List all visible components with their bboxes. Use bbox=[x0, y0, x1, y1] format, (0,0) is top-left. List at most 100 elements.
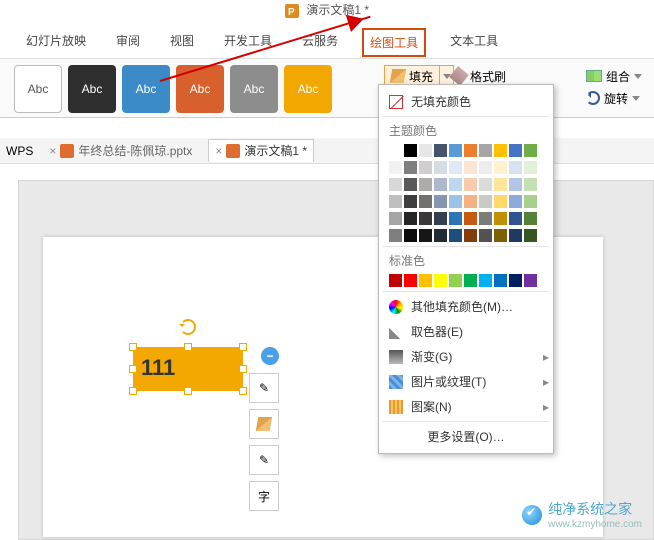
collapse-badge[interactable]: − bbox=[261, 347, 279, 365]
color-swatch[interactable] bbox=[404, 144, 417, 157]
tab-cloud[interactable]: 云服务 bbox=[296, 28, 344, 57]
quick-edit-button[interactable]: ✎ bbox=[249, 373, 279, 403]
color-swatch[interactable] bbox=[449, 229, 462, 242]
color-swatch[interactable] bbox=[479, 161, 492, 174]
color-swatch[interactable] bbox=[419, 212, 432, 225]
style-swatch-1[interactable]: Abc bbox=[68, 65, 116, 113]
color-swatch[interactable] bbox=[479, 178, 492, 191]
tab-slideshow[interactable]: 幻灯片放映 bbox=[20, 28, 92, 57]
color-swatch[interactable] bbox=[479, 144, 492, 157]
style-swatch-4[interactable]: Abc bbox=[230, 65, 278, 113]
color-swatch[interactable] bbox=[479, 274, 492, 287]
color-swatch[interactable] bbox=[509, 144, 522, 157]
color-swatch[interactable] bbox=[494, 229, 507, 242]
gradient-item[interactable]: 渐变(G) ▸ bbox=[379, 344, 553, 369]
quick-fill-button[interactable] bbox=[249, 409, 279, 439]
resize-handle[interactable] bbox=[129, 387, 137, 395]
color-swatch[interactable] bbox=[464, 274, 477, 287]
shape-style-gallery[interactable]: Abc Abc Abc Abc Abc Abc bbox=[14, 65, 332, 113]
color-swatch[interactable] bbox=[479, 195, 492, 208]
color-swatch[interactable] bbox=[434, 178, 447, 191]
resize-handle[interactable] bbox=[129, 365, 137, 373]
color-swatch[interactable] bbox=[389, 274, 402, 287]
color-swatch[interactable] bbox=[404, 229, 417, 242]
color-swatch[interactable] bbox=[419, 195, 432, 208]
tab-review[interactable]: 审阅 bbox=[110, 28, 146, 57]
style-swatch-2[interactable]: Abc bbox=[122, 65, 170, 113]
color-swatch[interactable] bbox=[479, 229, 492, 242]
color-swatch[interactable] bbox=[434, 274, 447, 287]
no-fill-item[interactable]: 无填充颜色 bbox=[379, 89, 553, 114]
color-swatch[interactable] bbox=[449, 178, 462, 191]
color-swatch[interactable] bbox=[404, 178, 417, 191]
color-swatch[interactable] bbox=[509, 274, 522, 287]
color-swatch[interactable] bbox=[524, 144, 537, 157]
color-swatch[interactable] bbox=[404, 195, 417, 208]
tab-drawing-tools[interactable]: 绘图工具 bbox=[362, 28, 426, 57]
color-swatch[interactable] bbox=[509, 195, 522, 208]
color-swatch[interactable] bbox=[419, 161, 432, 174]
tab-text-tools[interactable]: 文本工具 bbox=[444, 28, 504, 57]
color-swatch[interactable] bbox=[389, 229, 402, 242]
color-swatch[interactable] bbox=[464, 161, 477, 174]
resize-handle[interactable] bbox=[239, 365, 247, 373]
color-swatch[interactable] bbox=[494, 178, 507, 191]
more-settings-item[interactable]: 更多设置(O)… bbox=[379, 424, 553, 449]
color-swatch[interactable] bbox=[509, 212, 522, 225]
slide-canvas[interactable]: 111 − ✎ ✎ 字 bbox=[18, 180, 654, 540]
color-swatch[interactable] bbox=[494, 161, 507, 174]
tab-devtools[interactable]: 开发工具 bbox=[218, 28, 278, 57]
color-swatch[interactable] bbox=[524, 212, 537, 225]
color-swatch[interactable] bbox=[419, 274, 432, 287]
resize-handle[interactable] bbox=[184, 343, 192, 351]
color-swatch[interactable] bbox=[464, 229, 477, 242]
color-swatch[interactable] bbox=[389, 161, 402, 174]
quick-outline-button[interactable]: ✎ bbox=[249, 445, 279, 475]
rotate-button[interactable]: 旋转 bbox=[582, 87, 646, 109]
color-swatch[interactable] bbox=[524, 229, 537, 242]
color-swatch[interactable] bbox=[449, 274, 462, 287]
style-swatch-0[interactable]: Abc bbox=[14, 65, 62, 113]
color-swatch[interactable] bbox=[494, 144, 507, 157]
color-swatch[interactable] bbox=[464, 212, 477, 225]
close-icon[interactable]: × bbox=[49, 144, 56, 158]
color-swatch[interactable] bbox=[524, 178, 537, 191]
color-swatch[interactable] bbox=[494, 274, 507, 287]
style-swatch-5[interactable]: Abc bbox=[284, 65, 332, 113]
color-swatch[interactable] bbox=[494, 212, 507, 225]
color-swatch[interactable] bbox=[434, 229, 447, 242]
color-swatch[interactable] bbox=[389, 178, 402, 191]
resize-handle[interactable] bbox=[239, 343, 247, 351]
doc-tab-2[interactable]: × 演示文稿1 * bbox=[208, 139, 314, 162]
rotation-handle[interactable] bbox=[180, 319, 196, 335]
color-swatch[interactable] bbox=[389, 195, 402, 208]
color-swatch[interactable] bbox=[494, 195, 507, 208]
color-swatch[interactable] bbox=[449, 195, 462, 208]
color-swatch[interactable] bbox=[404, 274, 417, 287]
quick-text-button[interactable]: 字 bbox=[249, 481, 279, 511]
color-swatch[interactable] bbox=[509, 229, 522, 242]
color-swatch[interactable] bbox=[434, 144, 447, 157]
color-swatch[interactable] bbox=[464, 195, 477, 208]
color-swatch[interactable] bbox=[464, 178, 477, 191]
color-swatch[interactable] bbox=[419, 178, 432, 191]
color-swatch[interactable] bbox=[404, 161, 417, 174]
resize-handle[interactable] bbox=[129, 343, 137, 351]
color-swatch[interactable] bbox=[434, 195, 447, 208]
eyedropper-item[interactable]: 取色器(E) bbox=[379, 319, 553, 344]
tab-view[interactable]: 视图 bbox=[164, 28, 200, 57]
pattern-item[interactable]: 图案(N) ▸ bbox=[379, 394, 553, 419]
color-swatch[interactable] bbox=[449, 144, 462, 157]
color-swatch[interactable] bbox=[479, 212, 492, 225]
color-swatch[interactable] bbox=[464, 144, 477, 157]
color-swatch[interactable] bbox=[419, 144, 432, 157]
color-swatch[interactable] bbox=[524, 161, 537, 174]
combine-button[interactable]: 组合 bbox=[582, 65, 646, 87]
selected-shape[interactable]: 111 bbox=[133, 347, 243, 391]
color-swatch[interactable] bbox=[419, 229, 432, 242]
color-swatch[interactable] bbox=[389, 212, 402, 225]
close-icon[interactable]: × bbox=[215, 144, 222, 158]
color-swatch[interactable] bbox=[509, 161, 522, 174]
color-swatch[interactable] bbox=[509, 178, 522, 191]
resize-handle[interactable] bbox=[239, 387, 247, 395]
